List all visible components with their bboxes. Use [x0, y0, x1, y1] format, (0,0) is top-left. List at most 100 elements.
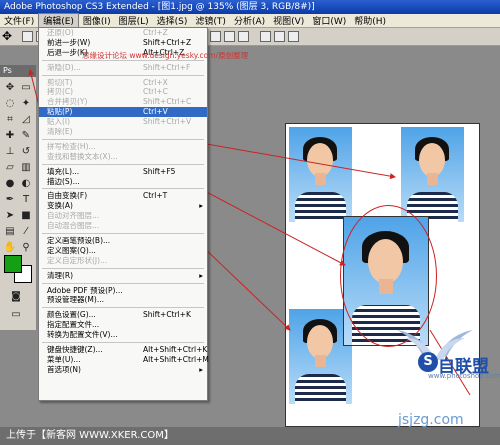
id-photo-top-right — [401, 127, 464, 222]
menu-item-0[interactable]: 文件(F) — [0, 14, 38, 27]
edit-menu-item-label: 前进一步(W) — [47, 37, 91, 47]
edit-menu-item-label: 还原(O) — [47, 28, 74, 37]
edit-menu-item[interactable]: 填充(L)... Shift+F5 — [39, 167, 207, 177]
edit-menu-item-label: Adobe PDF 预设(P)... — [47, 285, 123, 295]
align-bottom-icon[interactable] — [238, 31, 249, 42]
clone-stamp-tool-icon[interactable]: ⊥ — [3, 145, 17, 159]
edit-menu-item[interactable]: 变换(A) ▸ — [39, 201, 207, 211]
menu-item-8[interactable]: 窗口(W) — [308, 14, 350, 27]
edit-menu-item[interactable]: 描边(S)... — [39, 177, 207, 187]
edit-menu-item-shortcut: Alt+Shift+Ctrl+K — [143, 345, 208, 355]
crop-tool-icon[interactable]: ⌗ — [3, 113, 17, 127]
history-brush-tool-icon[interactable]: ↺ — [19, 145, 33, 159]
edit-menu-item[interactable]: 定义图案(Q)... — [39, 246, 207, 256]
edit-menu-item-label: 转换为配置文件(V)... — [47, 330, 118, 340]
edit-menu-item: 贴入(I) Shift+Ctrl+V — [39, 117, 207, 127]
edit-menu-item-label: 描边(S)... — [47, 176, 80, 186]
edit-menu-item[interactable]: 粘贴(P) Ctrl+V — [39, 107, 207, 118]
submenu-arrow-icon: ▸ — [199, 364, 203, 374]
edit-menu-item[interactable]: 键盘快捷键(Z)... Alt+Shift+Ctrl+K — [39, 345, 207, 355]
menu-item-6[interactable]: 分析(A) — [230, 14, 269, 27]
edit-menu-item-label: 预设管理器(M)... — [47, 295, 104, 305]
edit-menu-item[interactable]: 指定配置文件... — [39, 320, 207, 330]
menu-item-3[interactable]: 图层(L) — [115, 14, 153, 27]
notes-tool-icon[interactable]: ▤ — [3, 225, 17, 239]
submenu-arrow-icon: ▸ — [199, 270, 203, 280]
edit-menu-item: 自动对齐图层... — [39, 211, 207, 221]
gradient-tool-icon[interactable]: ▥ — [19, 161, 33, 175]
hand-tool-icon[interactable]: ✋ — [3, 241, 17, 255]
lasso-tool-icon[interactable]: ◌ — [3, 97, 17, 111]
edit-menu-item-label: 自动混合图层... — [47, 221, 100, 231]
distribute-center-icon[interactable] — [274, 31, 285, 42]
edit-menu-item-shortcut: Ctrl+X — [143, 77, 168, 87]
menu-separator — [42, 138, 204, 140]
edit-menu-item[interactable]: 首选项(N) ▸ — [39, 365, 207, 375]
edit-menu-item-label: 自由变换(F) — [47, 191, 88, 201]
distribute-bottom-icon[interactable] — [288, 31, 299, 42]
edit-menu-item[interactable]: Adobe PDF 预设(P)... — [39, 286, 207, 296]
menu-item-7[interactable]: 视图(V) — [269, 14, 308, 27]
watermark-text: 思缘设计论坛 www.design.yesky.com/原创整理 — [82, 51, 249, 60]
align-top-icon[interactable] — [210, 31, 221, 42]
edit-menu-item-label: 合并拷贝(Y) — [47, 97, 88, 107]
shape-tool-icon[interactable]: ■ — [19, 209, 33, 223]
edit-menu-item[interactable]: 清理(R) ▸ — [39, 271, 207, 281]
edit-menu-item: 查找和替换文本(X)... — [39, 152, 207, 162]
edit-menu-item: 渐隐(D)... Shift+Ctrl+F — [39, 63, 207, 73]
menu-item-9[interactable]: 帮助(H) — [350, 14, 390, 27]
edit-menu-item-shortcut: Shift+Ctrl+Z — [143, 37, 192, 47]
menu-item-1[interactable]: 编辑(E) — [38, 13, 79, 28]
submenu-arrow-icon: ▸ — [199, 201, 203, 211]
dodge-tool-icon[interactable]: ◐ — [19, 177, 33, 191]
edit-menu-item-label: 变换(A) — [47, 201, 73, 211]
quick-mask-icon[interactable]: ◙ — [9, 290, 23, 304]
menu-separator — [42, 267, 204, 269]
edit-menu-item[interactable]: 自由变换(F) Ctrl+T — [39, 191, 207, 201]
menu-item-2[interactable]: 图像(I) — [79, 14, 115, 27]
path-selection-tool-icon[interactable]: ➤ — [3, 209, 17, 223]
blur-tool-icon[interactable]: ● — [3, 177, 17, 191]
zoom-tool-icon[interactable]: ⚲ — [19, 241, 33, 255]
marquee-tool-icon[interactable]: ▭ — [19, 81, 33, 95]
eraser-tool-icon[interactable]: ▱ — [3, 161, 17, 175]
slice-tool-icon[interactable]: ◿ — [19, 113, 33, 127]
edit-menu-item-label: 贴入(I) — [47, 117, 71, 127]
eyedropper-tool-icon[interactable]: ⁄ — [19, 225, 33, 239]
edit-menu-item[interactable]: 颜色设置(G)... Shift+Ctrl+K — [39, 310, 207, 320]
align-middle-icon[interactable] — [224, 31, 235, 42]
menu-bar: 文件(F) 编辑(E) 图像(I) 图层(L) 选择(S) 滤镜(T) 分析(A) 视图(V)… — [0, 13, 500, 28]
foreground-color-swatch[interactable] — [4, 255, 22, 273]
toolbox-header: Ps — [0, 65, 36, 77]
edit-menu-item-label: 拷贝(C) — [47, 87, 74, 97]
edit-menu-item: 合并拷贝(Y) Shift+Ctrl+C — [39, 97, 207, 107]
pen-tool-icon[interactable]: ✒ — [3, 193, 17, 207]
menu-separator — [42, 74, 204, 76]
edit-menu-item-label: 键盘快捷键(Z)... — [47, 345, 103, 355]
healing-brush-tool-icon[interactable]: ✚ — [3, 129, 17, 143]
edit-menu-item[interactable]: 前进一步(W) Shift+Ctrl+Z — [39, 38, 207, 48]
edit-menu-item[interactable]: 转换为配置文件(V)... — [39, 330, 207, 340]
edit-menu-item-shortcut: Shift+Ctrl+K — [143, 310, 191, 320]
edit-menu-item-shortcut: Alt+Shift+Ctrl+M — [143, 354, 209, 364]
screen-mode-icon[interactable]: ▭ — [9, 308, 23, 322]
edit-menu-item[interactable]: 定义画笔预设(B)... — [39, 236, 207, 246]
edit-menu-item[interactable]: 预设管理器(M)... — [39, 295, 207, 305]
auto-select-checkbox[interactable] — [22, 31, 33, 42]
distribute-top-icon[interactable] — [260, 31, 271, 42]
move-tool-icon[interactable]: ✥ — [3, 81, 17, 95]
edit-menu-item-label: 查找和替换文本(X)... — [47, 151, 118, 161]
edit-menu-item-shortcut: Ctrl+Z — [143, 28, 168, 37]
edit-menu-item-label: 清理(R) — [47, 270, 74, 280]
menu-separator — [42, 233, 204, 235]
menu-item-5[interactable]: 滤镜(T) — [191, 14, 230, 27]
brush-tool-icon[interactable]: ✎ — [19, 129, 33, 143]
menu-item-4[interactable]: 选择(S) — [153, 14, 192, 27]
edit-menu-item: 拷贝(C) Ctrl+C — [39, 87, 207, 97]
move-tool-icon[interactable]: ✥ — [2, 29, 12, 43]
magic-wand-tool-icon[interactable]: ✦ — [19, 97, 33, 111]
menu-separator — [42, 307, 204, 309]
edit-menu-item[interactable]: 菜单(U)... Alt+Shift+Ctrl+M — [39, 354, 209, 365]
type-tool-icon[interactable]: T — [19, 193, 33, 207]
edit-menu-item: 剪切(T) Ctrl+X — [39, 78, 207, 88]
